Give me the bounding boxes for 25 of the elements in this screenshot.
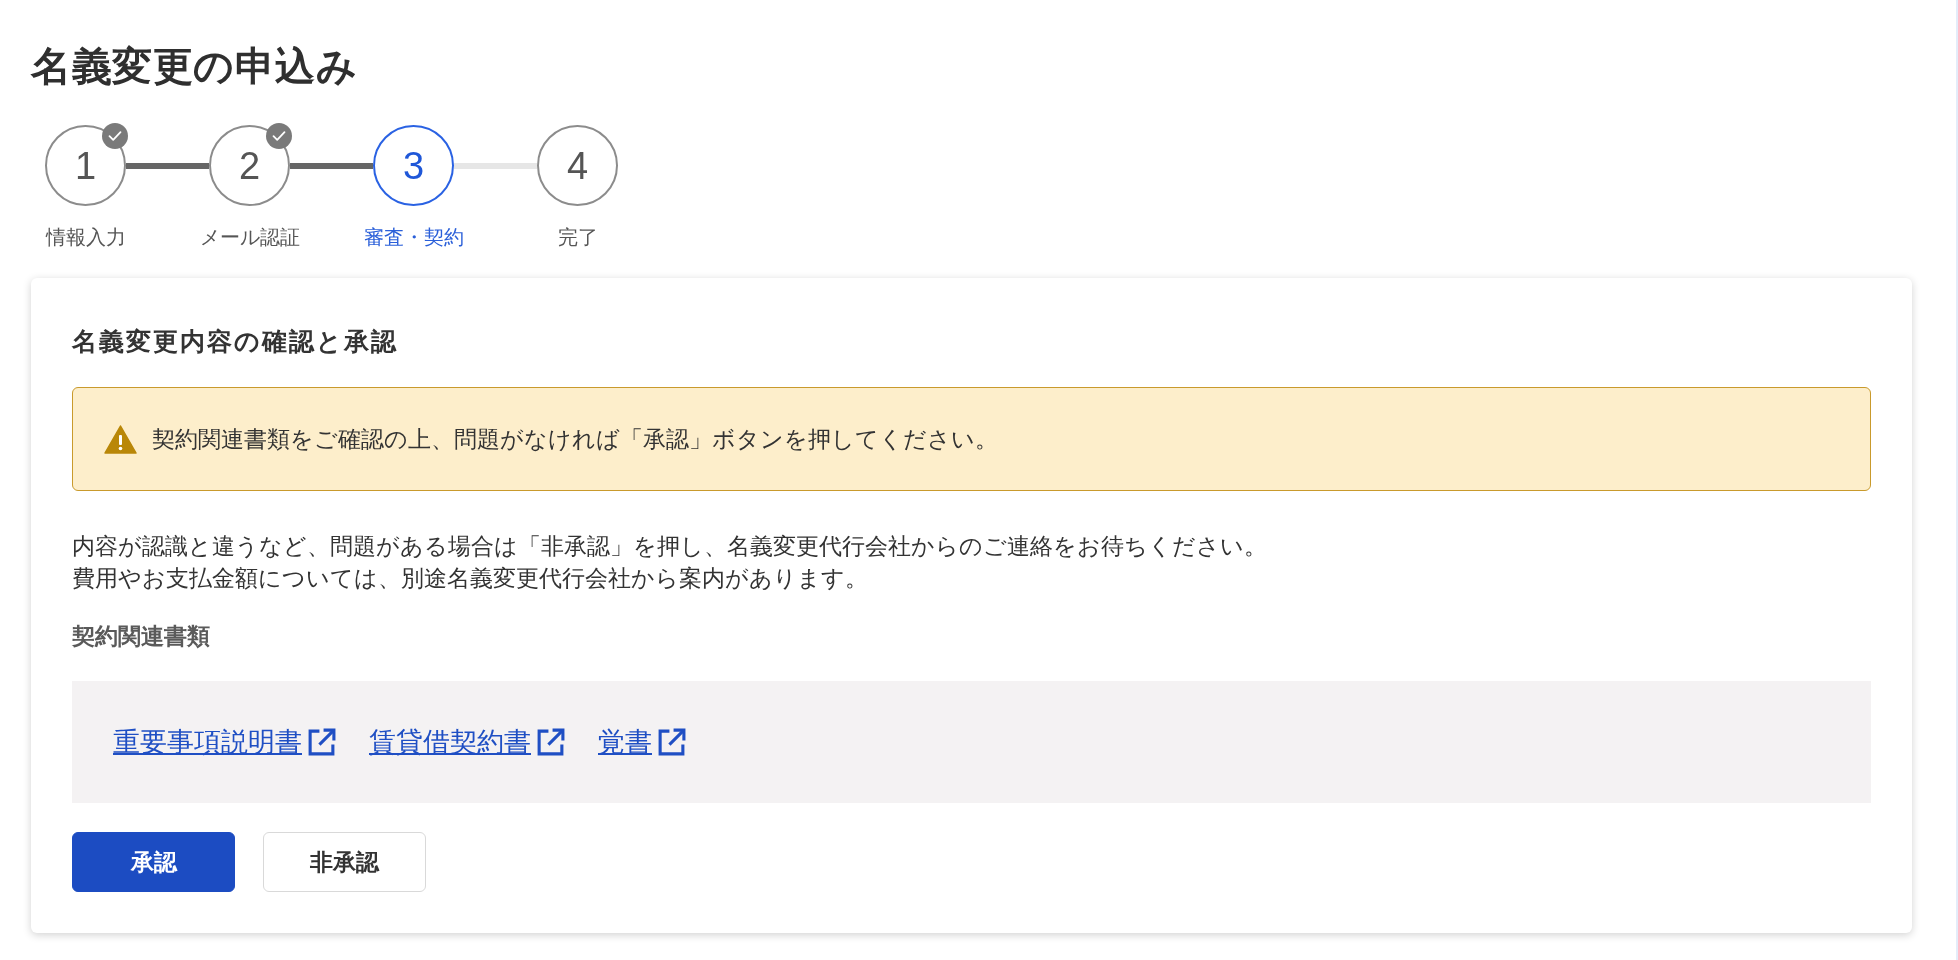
documents-heading: 契約関連書類 (72, 622, 210, 651)
document-link[interactable]: 重要事項説明書 (113, 724, 337, 760)
check-icon (102, 123, 128, 149)
step-label: 審査・契約 (363, 225, 464, 250)
page-title: 名義変更の申込み (31, 43, 357, 90)
document-link[interactable]: 賃貸借契約書 (369, 724, 566, 760)
step-label: メール認証 (199, 225, 300, 250)
warning-text: 契約関連書類をご確認の上、問題がなければ「承認」ボタンを押してください。 (152, 425, 998, 454)
approve-button[interactable]: 承認 (72, 832, 235, 892)
step-label: 完了 (557, 225, 598, 250)
external-link-icon (306, 726, 337, 758)
step-circle: 4 (537, 125, 618, 206)
reject-button[interactable]: 非承認 (263, 832, 426, 892)
step-label: 情報入力 (45, 225, 126, 250)
body-text: 内容が認識と違うなど、問題がある場合は「非承認」を押し、名義変更代行会社からのご連絡をお待ちください。 (72, 532, 1267, 561)
external-link-icon (535, 726, 566, 758)
warning-icon (104, 424, 137, 454)
document-link[interactable]: 覚書 (598, 724, 687, 760)
body-text: 費用やお支払金額については、別途名義変更代行会社から案内があります。 (72, 564, 868, 593)
step-circle: 2 (209, 125, 290, 206)
step-circle: 3 (373, 125, 454, 206)
external-link-icon (656, 726, 687, 758)
card-heading: 名義変更内容の確認と承認 (72, 326, 398, 356)
step-circle: 1 (45, 125, 126, 206)
check-icon (266, 123, 292, 149)
